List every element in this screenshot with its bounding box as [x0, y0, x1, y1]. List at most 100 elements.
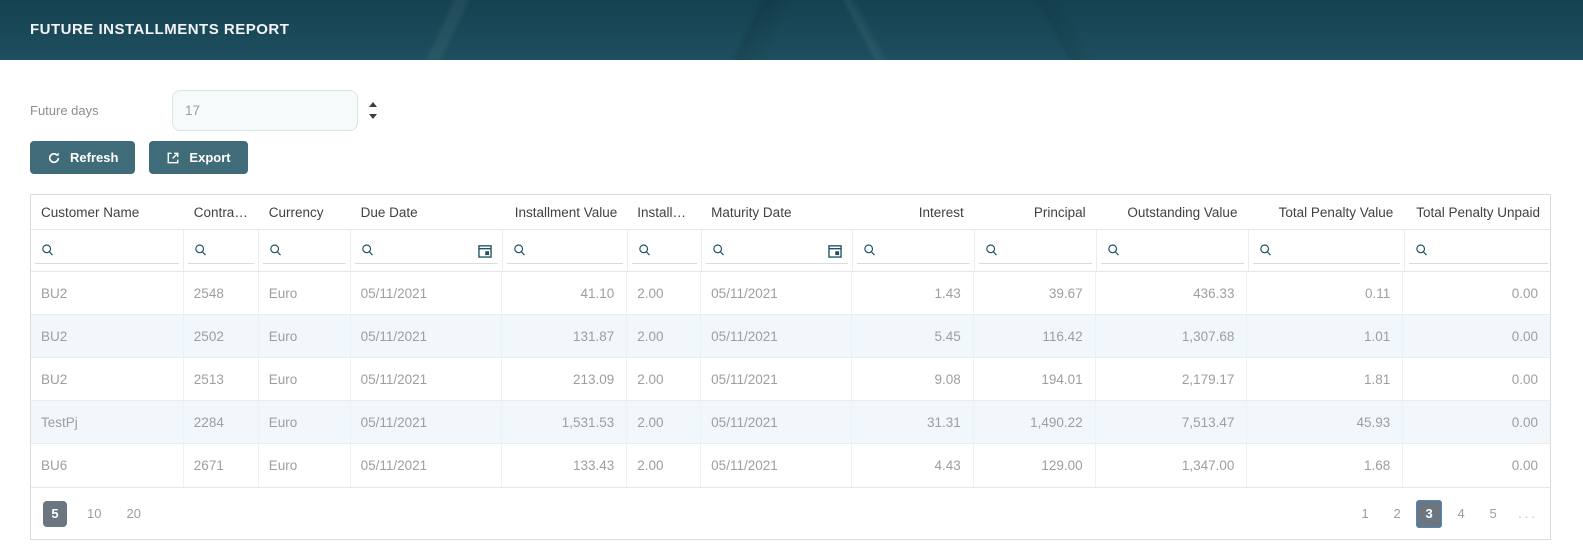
filter-input-8[interactable] — [999, 243, 1087, 258]
calendar-icon[interactable] — [827, 243, 843, 259]
cell: 2.00 — [627, 315, 701, 357]
search-icon[interactable] — [711, 243, 726, 258]
page-size-5[interactable]: 5 — [43, 501, 67, 527]
filter-underline — [632, 263, 697, 264]
search-icon[interactable] — [1106, 243, 1121, 258]
column-header-10[interactable]: Total Penalty Value — [1247, 205, 1403, 220]
filter-input-10[interactable] — [1273, 243, 1395, 258]
cell: 05/11/2021 — [701, 272, 852, 314]
refresh-button[interactable]: Refresh — [30, 141, 135, 174]
filter-cell-8 — [975, 230, 1097, 271]
filter-input-11[interactable] — [1429, 243, 1543, 258]
column-header-7[interactable]: Interest — [852, 205, 974, 220]
filter-underline — [857, 263, 970, 264]
cell: 2.00 — [627, 444, 701, 487]
column-header-4[interactable]: Installment Value — [502, 205, 627, 220]
chevron-up-icon[interactable] — [369, 102, 377, 107]
calendar-icon[interactable] — [477, 243, 493, 259]
filter-cell-1 — [184, 230, 259, 271]
number-spinner — [369, 102, 377, 119]
filter-cell-0 — [31, 230, 184, 271]
search-icon[interactable] — [268, 243, 283, 258]
export-button[interactable]: Export — [149, 141, 247, 174]
filter-cell-2 — [259, 230, 351, 271]
column-header-11[interactable]: Total Penalty Unpaid — [1403, 205, 1550, 220]
search-icon[interactable] — [984, 243, 999, 258]
page-content: Future days Refresh — [0, 90, 1583, 540]
future-days-field[interactable] — [173, 103, 357, 118]
search-icon[interactable] — [193, 243, 208, 258]
table-row[interactable]: TestPj2284Euro05/11/20211,531.532.0005/1… — [31, 401, 1550, 444]
cell: 0.00 — [1403, 358, 1550, 400]
search-icon[interactable] — [1414, 243, 1429, 258]
column-header-3[interactable]: Due Date — [351, 205, 503, 220]
cell: 31.31 — [852, 401, 974, 443]
filter-underline — [1101, 263, 1244, 264]
column-header-8[interactable]: Principal — [974, 205, 1096, 220]
search-icon[interactable] — [40, 243, 55, 258]
cell: 05/11/2021 — [351, 272, 503, 314]
cell: 194.01 — [974, 358, 1096, 400]
search-icon[interactable] — [360, 243, 375, 258]
toolbar: Refresh Export — [30, 141, 1553, 174]
cell: 9.08 — [852, 358, 974, 400]
page-number-5[interactable]: 5 — [1480, 500, 1506, 528]
cell: 05/11/2021 — [701, 401, 852, 443]
column-header-1[interactable]: Contrac... — [184, 205, 259, 220]
filter-input-7[interactable] — [877, 243, 965, 258]
filter-cell-10 — [1249, 230, 1405, 271]
search-icon[interactable] — [862, 243, 877, 258]
table-row[interactable]: BU22502Euro05/11/2021131.872.0005/11/202… — [31, 315, 1550, 358]
cell: BU2 — [31, 315, 184, 357]
cell: 2548 — [184, 272, 259, 314]
cell: 129.00 — [974, 444, 1096, 487]
cell: 0.00 — [1403, 401, 1550, 443]
filter-underline — [188, 263, 254, 264]
grid-pager: 5 10 20 12345... — [31, 487, 1550, 539]
search-icon[interactable] — [512, 243, 527, 258]
column-header-6[interactable]: Maturity Date — [701, 205, 852, 220]
future-days-input[interactable] — [172, 90, 358, 131]
table-row[interactable]: BU62671Euro05/11/2021133.432.0005/11/202… — [31, 444, 1550, 487]
filter-cell-4 — [503, 230, 628, 271]
column-header-9[interactable]: Outstanding Value — [1096, 205, 1248, 220]
page-number-1[interactable]: 1 — [1352, 500, 1378, 528]
filter-input-1[interactable] — [208, 243, 249, 258]
cell: 05/11/2021 — [351, 444, 503, 487]
page-number-2[interactable]: 2 — [1384, 500, 1410, 528]
filter-input-0[interactable] — [55, 243, 174, 258]
filter-input-6[interactable] — [726, 243, 827, 258]
filter-input-5[interactable] — [652, 243, 692, 258]
table-row[interactable]: BU22513Euro05/11/2021213.092.0005/11/202… — [31, 358, 1550, 401]
filter-input-4[interactable] — [527, 243, 618, 258]
search-icon[interactable] — [637, 243, 652, 258]
refresh-icon — [47, 151, 61, 165]
cell: 0.00 — [1403, 272, 1550, 314]
page-number-3[interactable]: 3 — [1416, 500, 1442, 528]
column-header-5[interactable]: Installm... — [627, 205, 701, 220]
page-number-4[interactable]: 4 — [1448, 500, 1474, 528]
page-navigator: 12345... — [1346, 500, 1538, 528]
cell: 1,490.22 — [974, 401, 1096, 443]
cell: 4.43 — [852, 444, 974, 487]
cell: Euro — [259, 315, 351, 357]
filter-input-9[interactable] — [1121, 243, 1239, 258]
filter-input-2[interactable] — [283, 243, 341, 258]
filter-input-3[interactable] — [375, 243, 477, 258]
page-size-10[interactable]: 10 — [82, 501, 106, 527]
table-row[interactable]: BU22548Euro05/11/202141.102.0005/11/2021… — [31, 272, 1550, 315]
chevron-down-icon[interactable] — [369, 114, 377, 119]
cell: 116.42 — [974, 315, 1096, 357]
cell: Euro — [259, 358, 351, 400]
filter-underline — [35, 263, 179, 264]
cell: 436.33 — [1096, 272, 1248, 314]
search-icon[interactable] — [1258, 243, 1273, 258]
cell: 05/11/2021 — [351, 358, 503, 400]
filter-underline — [1253, 263, 1400, 264]
cell: 05/11/2021 — [701, 444, 852, 487]
column-header-0[interactable]: Customer Name — [31, 205, 184, 220]
cell: 0.00 — [1403, 315, 1550, 357]
cell: 1,307.68 — [1096, 315, 1248, 357]
column-header-2[interactable]: Currency — [259, 205, 351, 220]
page-size-20[interactable]: 20 — [121, 501, 145, 527]
